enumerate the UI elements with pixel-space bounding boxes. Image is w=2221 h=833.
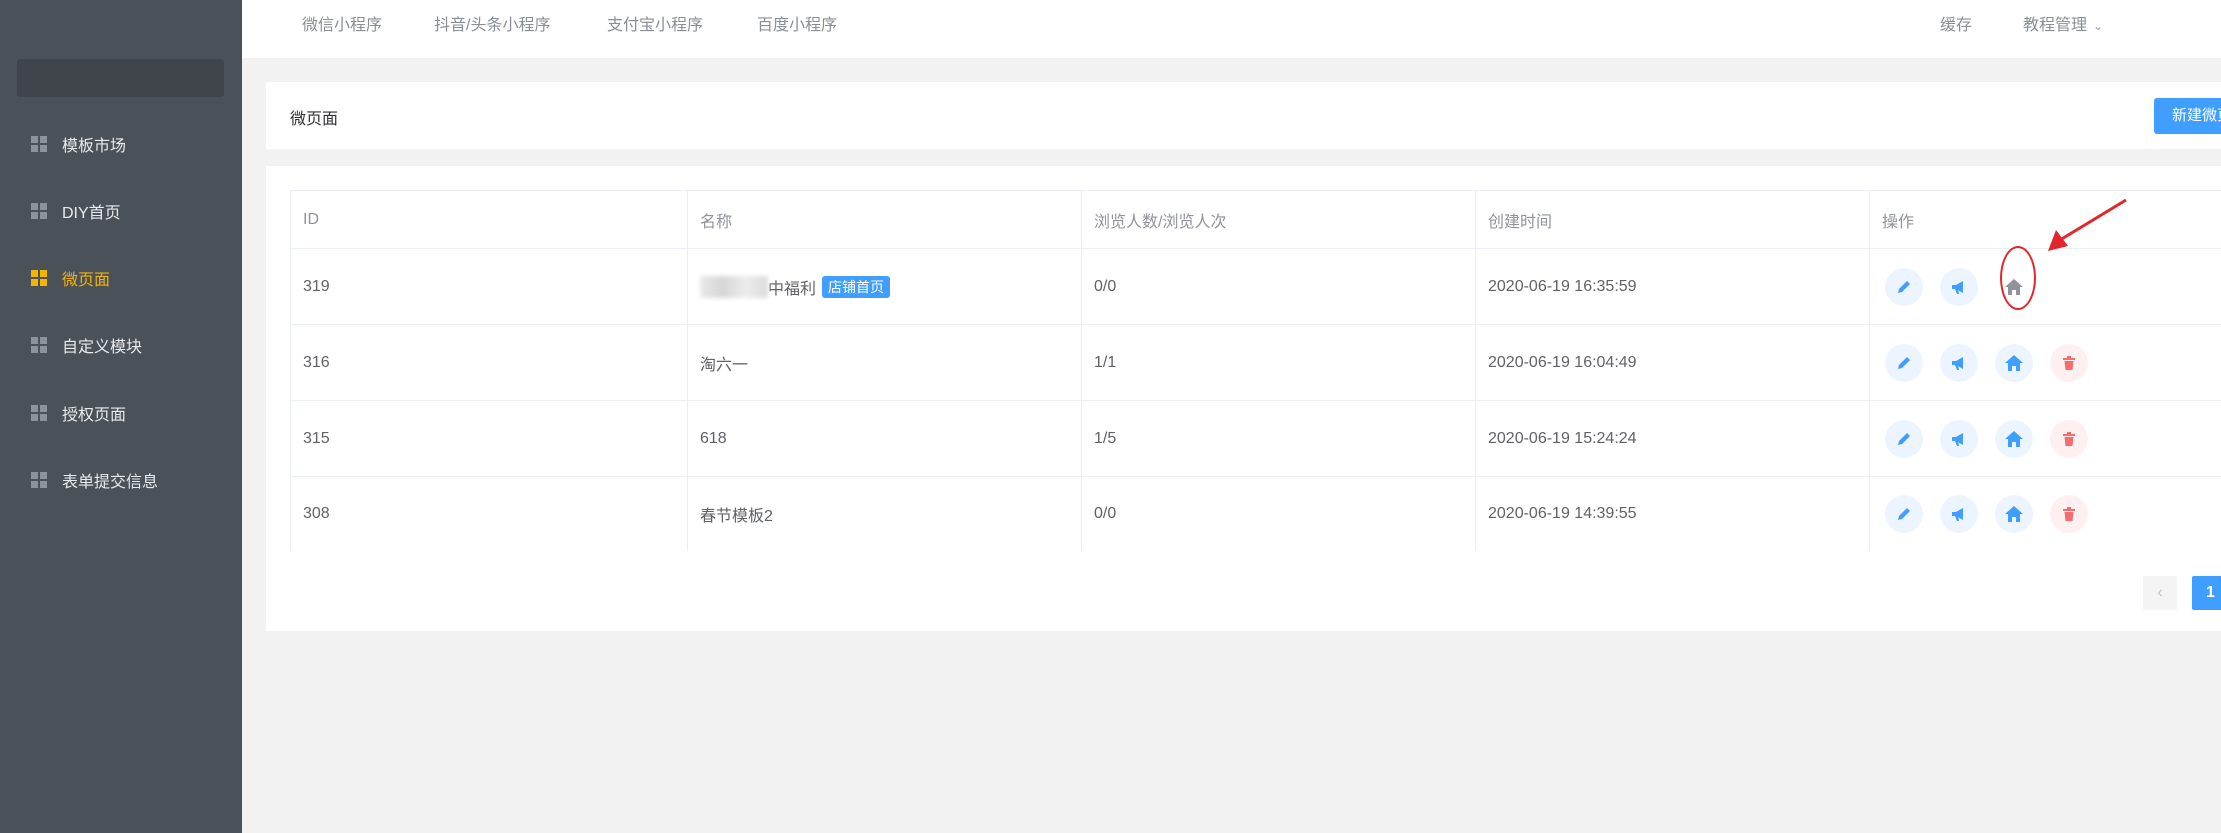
tab-alipay[interactable]: 支付宝小程序 <box>607 11 703 35</box>
promote-button[interactable] <box>1940 495 1978 533</box>
promote-button[interactable] <box>1940 419 1978 458</box>
table-row: 319 中福利 店铺首页 0/0 2020-06-19 16:35:59 <box>291 249 2221 325</box>
cell-actions <box>1870 325 2221 400</box>
tab-wechat[interactable]: 微信小程序 <box>302 11 382 35</box>
sidebar-item-micro-page[interactable]: 微页面 <box>0 248 242 308</box>
grid-icon <box>31 405 47 421</box>
delete-icon <box>2063 507 2075 521</box>
cell-created: 2020-06-19 14:39:55 <box>1476 477 1870 551</box>
cell-views: 1/5 <box>1082 401 1476 476</box>
set-home-button[interactable] <box>1995 495 2033 533</box>
edit-icon <box>1898 280 1910 293</box>
new-micro-page-button[interactable]: 新建微页 <box>2154 98 2221 134</box>
grid-icon <box>31 337 47 353</box>
cell-created: 2020-06-19 16:04:49 <box>1476 325 1870 400</box>
pagination-prev-button[interactable]: ‹ <box>2143 576 2177 610</box>
cell-name: 淘六一 <box>688 325 1082 400</box>
edit-button[interactable] <box>1885 267 1923 306</box>
edit-icon <box>1898 356 1910 369</box>
redacted-text <box>700 275 768 298</box>
cell-name: 618 <box>688 401 1082 476</box>
sidebar-item-label: DIY首页 <box>62 205 121 222</box>
grid-icon <box>31 270 47 286</box>
edit-button[interactable] <box>1885 419 1923 458</box>
tab-douyin[interactable]: 抖音/头条小程序 <box>434 11 550 35</box>
tutorial-label: 教程管理 <box>2023 17 2088 34</box>
megaphone-icon <box>1952 280 1963 294</box>
sidebar-item-label: 表单提交信息 <box>62 474 159 491</box>
home-icon <box>2005 354 2023 371</box>
cell-actions <box>1870 401 2221 476</box>
edit-icon <box>1898 432 1910 445</box>
cell-views: 1/1 <box>1082 325 1476 400</box>
sidebar-item-label: 授权页面 <box>62 407 127 424</box>
cell-name: 春节模板2 <box>688 477 1082 551</box>
sidebar-item-diy-home[interactable]: DIY首页 <box>0 181 242 241</box>
delete-button[interactable] <box>2050 419 2088 458</box>
sidebar: 模板市场 DIY首页 微页面 自定义模块 授权页面 表单提交信息 <box>0 0 242 833</box>
edit-button[interactable] <box>1885 343 1923 382</box>
megaphone-icon <box>1952 356 1963 370</box>
edit-button[interactable] <box>1885 495 1923 533</box>
sidebar-item-custom-module[interactable]: 自定义模块 <box>0 315 242 375</box>
cell-views: 0/0 <box>1082 477 1476 551</box>
grid-icon <box>31 203 47 219</box>
home-icon <box>2005 506 2023 522</box>
tab-baidu[interactable]: 百度小程序 <box>757 11 837 35</box>
sidebar-search-box[interactable] <box>17 59 224 97</box>
tutorial-menu[interactable]: 教程管理 ⌄ <box>2023 11 2103 35</box>
home-page-tag: 店铺首页 <box>822 275 891 298</box>
sidebar-item-label: 模板市场 <box>62 138 127 155</box>
name-text: 中福利 <box>768 280 817 298</box>
pagination-page-1[interactable]: 1 <box>2192 576 2221 610</box>
delete-button[interactable] <box>2050 495 2088 533</box>
grid-icon <box>31 472 47 488</box>
column-header-created: 创建时间 <box>1476 191 1870 248</box>
cell-id: 319 <box>291 249 688 324</box>
table-row: 308 春节模板2 0/0 2020-06-19 14:39:55 <box>291 477 2221 551</box>
top-bar: 微信小程序 抖音/头条小程序 支付宝小程序 百度小程序 缓存 教程管理 ⌄ <box>242 0 2221 58</box>
edit-icon <box>1898 508 1910 520</box>
page-header-card: 微页面 新建微页 <box>266 82 2221 149</box>
set-home-button[interactable] <box>1995 343 2033 382</box>
sidebar-item-template-market[interactable]: 模板市场 <box>0 114 242 174</box>
delete-icon <box>2063 431 2075 446</box>
column-header-name: 名称 <box>688 191 1082 248</box>
home-icon <box>2005 278 2023 295</box>
cell-views: 0/0 <box>1082 249 1476 324</box>
table-row: 316 淘六一 1/1 2020-06-19 16:04:49 <box>291 325 2221 401</box>
home-icon <box>2005 430 2023 447</box>
promote-button[interactable] <box>1940 267 1978 306</box>
cell-actions <box>1870 477 2221 551</box>
column-header-id: ID <box>291 191 688 248</box>
sidebar-item-label: 自定义模块 <box>62 339 143 356</box>
micro-page-table: ID 名称 浏览人数/浏览人次 创建时间 操作 319 中福利 店铺首页 0/0 … <box>290 190 2221 551</box>
table-row: 315 618 1/5 2020-06-19 15:24:24 <box>291 401 2221 477</box>
sidebar-item-auth-page[interactable]: 授权页面 <box>0 383 242 443</box>
megaphone-icon <box>1952 432 1963 446</box>
sidebar-item-form-submissions[interactable]: 表单提交信息 <box>0 450 242 510</box>
page-title: 微页面 <box>290 111 339 128</box>
cache-link[interactable]: 缓存 <box>1940 11 1972 35</box>
delete-button[interactable] <box>2050 343 2088 382</box>
cell-created: 2020-06-19 16:35:59 <box>1476 249 1870 324</box>
annotation-arrow <box>2048 198 2127 251</box>
megaphone-icon <box>1952 508 1963 521</box>
table-header-row: ID 名称 浏览人数/浏览人次 创建时间 操作 <box>291 191 2221 249</box>
cell-name: 中福利 店铺首页 <box>688 249 1082 324</box>
cell-id: 308 <box>291 477 688 551</box>
cell-id: 315 <box>291 401 688 476</box>
sidebar-item-label: 微页面 <box>62 272 111 289</box>
cell-id: 316 <box>291 325 688 400</box>
cell-actions <box>1870 249 2221 324</box>
cell-created: 2020-06-19 15:24:24 <box>1476 401 1870 476</box>
grid-icon <box>31 136 47 152</box>
column-header-views: 浏览人数/浏览人次 <box>1082 191 1476 248</box>
set-home-button[interactable] <box>1995 419 2033 458</box>
table-card: ID 名称 浏览人数/浏览人次 创建时间 操作 319 中福利 店铺首页 0/0 … <box>266 166 2221 631</box>
chevron-down-icon: ⌄ <box>2093 19 2104 33</box>
set-home-button[interactable] <box>1995 268 2033 306</box>
promote-button[interactable] <box>1940 343 1978 382</box>
delete-icon <box>2063 355 2075 370</box>
